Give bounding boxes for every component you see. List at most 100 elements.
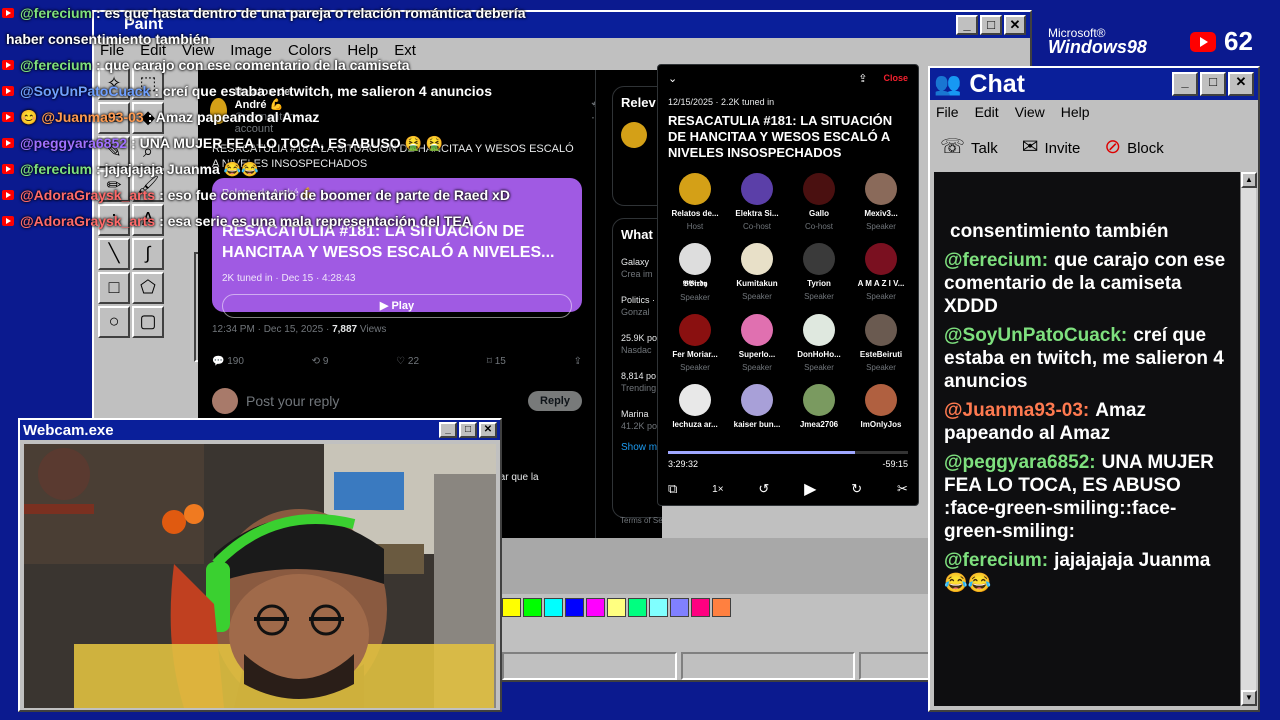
trend-item[interactable]: Politics · Gonzal (621, 294, 662, 318)
like-action[interactable]: ♡ 22 (396, 356, 419, 367)
trend-item[interactable]: 25.9K po Nasdac (621, 332, 662, 356)
play-button[interactable]: ▶ Play (222, 294, 572, 318)
relevant-people-card: Relev (612, 86, 662, 206)
footer-links[interactable]: Terms of Service Privacy Policy Cookie P… (620, 516, 662, 525)
rounded-rect-tool[interactable]: ▢ (132, 306, 164, 338)
scroll-down-arrow[interactable]: ▼ (1241, 690, 1257, 706)
avatar (865, 173, 897, 205)
polygon-tool[interactable]: ⬠ (132, 272, 164, 304)
menu-help[interactable]: Help (1061, 104, 1090, 120)
close-button[interactable]: ✕ (1228, 72, 1254, 96)
chat-username[interactable]: @ferecium: (944, 250, 1048, 271)
chat-title-bar[interactable]: 👥 Chat _ □ ✕ (930, 68, 1258, 100)
maximize-button[interactable]: □ (980, 15, 1002, 35)
speaker-item[interactable]: 𝕭𝕭𝖎𝖗𝖉𝖞 Speaker (664, 243, 726, 302)
close-button[interactable]: ✕ (479, 422, 497, 438)
line-tool[interactable]: ╲ (98, 238, 130, 270)
clip-icon[interactable]: ✂ (897, 481, 908, 497)
speaker-item[interactable]: Kumitakun Speaker (726, 243, 788, 302)
speaker-item[interactable]: Mexiv3... Speaker (850, 173, 912, 231)
chat-log[interactable]: consentimiento también @ferecium: que cara… (934, 172, 1240, 706)
speaker-name: Tyrion (807, 279, 831, 288)
palette-swatch[interactable] (565, 598, 584, 617)
minimize-button[interactable]: _ (439, 422, 457, 438)
speaker-item[interactable]: Relatos de... Host (664, 173, 726, 231)
speaker-item[interactable]: Gallo Co-host (788, 173, 850, 231)
close-button[interactable]: Close (883, 73, 908, 83)
trend-item[interactable]: Marina 41.2K po (621, 408, 662, 432)
speed-button[interactable]: 1× (712, 484, 723, 495)
trend-item[interactable]: 8,814 po Trending (621, 370, 662, 394)
chat-username[interactable]: @peggyara6852: (944, 452, 1096, 473)
speaker-item[interactable]: Superlo... Speaker (726, 314, 788, 372)
webcam-feed (24, 444, 496, 708)
tweet-timestamp: 12:34 PM · Dec 15, 2025 · 7,887 Views (212, 324, 386, 335)
maximize-button[interactable]: □ (459, 422, 477, 438)
close-button[interactable]: ✕ (1004, 15, 1026, 35)
block-button[interactable]: ⊘ Block (1104, 134, 1163, 159)
palette-swatch[interactable] (502, 598, 521, 617)
reply-button[interactable]: Reply (528, 391, 582, 411)
chat-username[interactable]: @SoyUnPatoCuack: (944, 325, 1127, 346)
palette-swatch[interactable] (586, 598, 605, 617)
palette-swatch[interactable] (544, 598, 563, 617)
minimize-button[interactable]: _ (956, 15, 978, 35)
talk-button[interactable]: ☏ Talk (940, 134, 998, 159)
speaker-name: Elektra Si... (735, 209, 779, 218)
avatar[interactable] (621, 122, 647, 148)
menu-edit[interactable]: Edit (975, 104, 999, 120)
palette-swatch[interactable] (691, 598, 710, 617)
rewind-icon[interactable]: ↺ (758, 481, 769, 497)
space-header: ⌄ ⇪ Close (658, 65, 918, 91)
menu-view[interactable]: View (1015, 104, 1045, 120)
repost-action[interactable]: ⟲ 9 (312, 356, 329, 367)
talk-label: Talk (971, 139, 998, 157)
overlay-username: @AdoraGraysk_arts (20, 213, 156, 229)
chat-username[interactable]: @ferecium: (944, 550, 1048, 571)
speaker-item[interactable]: Jmea2706 (788, 384, 850, 433)
speaker-item[interactable]: Elektra Si... Co-host (726, 173, 788, 231)
share-icon[interactable]: ⇪ (858, 72, 867, 85)
reply-input[interactable]: Post your reply (246, 393, 339, 409)
speaker-item[interactable]: lechuza ar... (664, 384, 726, 433)
chat-username[interactable]: @Juanma93-03: (944, 400, 1089, 421)
share-icon[interactable]: ⇪ (574, 356, 582, 367)
overlay-text: : Amaz papeando al Amaz (147, 109, 320, 125)
palette-swatch[interactable] (523, 598, 542, 617)
scroll-up-arrow[interactable]: ▲ (1241, 172, 1257, 188)
maximize-button[interactable]: □ (1200, 72, 1226, 96)
palette-swatch[interactable] (712, 598, 731, 617)
youtube-icon (2, 164, 14, 174)
ellipse-tool[interactable]: ○ (98, 306, 130, 338)
menu-file[interactable]: File (936, 104, 959, 120)
palette-swatch[interactable] (628, 598, 647, 617)
webcam-title-bar[interactable]: Webcam.exe _ □ ✕ (20, 420, 500, 440)
play-icon[interactable]: ▶ (804, 479, 816, 499)
rectangle-tool[interactable]: □ (98, 272, 130, 304)
speaker-item[interactable]: kaiser bun... (726, 384, 788, 433)
speaker-item[interactable]: ImOnlyJos (850, 384, 912, 433)
palette-swatch[interactable] (670, 598, 689, 617)
speaker-item[interactable]: Fer Moriar... Speaker (664, 314, 726, 372)
curve-tool[interactable]: ∫ (132, 238, 164, 270)
speaker-item[interactable]: EsteBeiruti Speaker (850, 314, 912, 372)
collapse-icon[interactable]: ⌄ (668, 72, 677, 85)
speaker-item[interactable]: A M A Z I V... Speaker (850, 243, 912, 302)
reply-action[interactable]: 💬 190 (212, 356, 244, 367)
minimize-button[interactable]: _ (1172, 72, 1198, 96)
palette-swatch[interactable] (607, 598, 626, 617)
relevant-heading: Relev (621, 95, 656, 110)
bookmark-action[interactable]: ⌑ 15 (487, 356, 506, 367)
invite-button[interactable]: ✉ Invite (1022, 134, 1081, 159)
captions-icon[interactable]: ⧉ (668, 481, 677, 497)
avatar (741, 243, 773, 275)
trend-item[interactable]: Galaxy Crea im (621, 256, 662, 280)
playback-progress[interactable] (668, 451, 908, 454)
speaker-item[interactable]: Tyrion Speaker (788, 243, 850, 302)
chat-scrollbar[interactable]: ▲ ▼ (1240, 172, 1257, 706)
speaker-item[interactable]: DonHoHo... Speaker (788, 314, 850, 372)
forward-icon[interactable]: ↻ (851, 481, 862, 497)
palette-swatch[interactable] (649, 598, 668, 617)
speaker-name: Jmea2706 (799, 420, 839, 429)
show-more-link[interactable]: Show m (621, 442, 662, 453)
